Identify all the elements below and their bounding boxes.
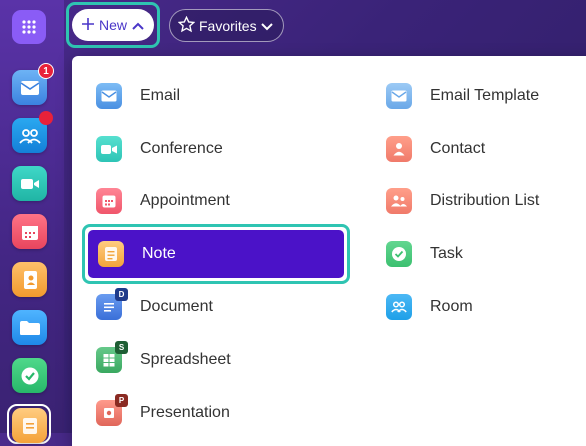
- menu-item-note[interactable]: Note: [88, 230, 344, 278]
- rail-tasks-icon[interactable]: [12, 358, 47, 393]
- menu-item-email-template[interactable]: Email Template: [386, 70, 586, 122]
- menu-item-contact[interactable]: Contact: [386, 123, 586, 175]
- room-icon: [386, 294, 412, 320]
- note-icon: [98, 241, 124, 267]
- favorites-button[interactable]: Favorites: [169, 9, 284, 42]
- menu-item-email[interactable]: Email: [96, 70, 346, 122]
- menu-item-label: Note: [142, 245, 176, 262]
- menu-item-label: Task: [430, 245, 463, 262]
- menu-item-label: Room: [430, 298, 473, 315]
- favorites-label: Favorites: [199, 17, 257, 34]
- rail-calendar-icon[interactable]: [12, 214, 47, 249]
- presentation-badge: P: [115, 394, 128, 407]
- chevron-up-icon: [132, 17, 144, 33]
- presentation-icon: P: [96, 394, 128, 426]
- app-launcher-grid-icon[interactable]: [12, 10, 46, 44]
- menu-item-document[interactable]: D Document: [96, 281, 346, 333]
- menu-item-spreadsheet[interactable]: S Spreadsheet: [96, 334, 346, 386]
- contact-icon: [386, 136, 412, 162]
- menu-item-task[interactable]: Task: [386, 228, 586, 280]
- plus-icon: [81, 17, 94, 33]
- menu-item-room[interactable]: Room: [386, 281, 586, 333]
- distribution-list-icon: [386, 188, 412, 214]
- menu-item-label: Distribution List: [430, 192, 540, 209]
- menu-item-label: Appointment: [140, 192, 230, 209]
- app-rail: 1: [0, 0, 64, 444]
- menu-item-label: Spreadsheet: [140, 351, 231, 368]
- spreadsheet-badge: S: [115, 341, 128, 354]
- mail-unread-badge: 1: [38, 63, 54, 79]
- contacts-notification-dot: [39, 111, 53, 125]
- chevron-down-icon: [260, 18, 273, 34]
- rail-files-icon[interactable]: [12, 310, 47, 345]
- menu-item-note-focus-ring: Note: [82, 224, 350, 284]
- rail-mail-icon[interactable]: 1: [12, 63, 54, 105]
- menu-item-appointment[interactable]: Appointment: [96, 175, 346, 227]
- top-bar: New Favorites: [64, 0, 586, 52]
- menu-item-label: Email Template: [430, 87, 540, 104]
- document-icon: D: [96, 288, 128, 320]
- menu-item-label: Document: [140, 298, 213, 315]
- document-badge: D: [115, 288, 128, 301]
- video-icon: [96, 136, 122, 162]
- star-icon: [177, 15, 196, 36]
- spreadsheet-icon: S: [96, 341, 128, 373]
- menu-item-label: Presentation: [140, 404, 230, 421]
- menu-item-presentation[interactable]: P Presentation: [96, 387, 346, 439]
- email-template-icon: [386, 83, 412, 109]
- new-button-label: New: [98, 17, 127, 33]
- menu-item-label: Email: [140, 87, 181, 104]
- new-button[interactable]: New: [72, 9, 154, 41]
- rail-notes-icon[interactable]: [12, 408, 47, 443]
- rail-conference-icon[interactable]: [12, 166, 47, 201]
- new-item-menu: Email Conference Appointment Note D Docu…: [72, 56, 586, 446]
- calendar-icon: [96, 188, 122, 214]
- new-button-focus-ring: New: [66, 2, 160, 48]
- menu-item-distribution-list[interactable]: Distribution List: [386, 175, 586, 227]
- email-icon: [96, 83, 122, 109]
- rail-address-book-icon[interactable]: [12, 262, 47, 297]
- menu-item-label: Conference: [140, 140, 223, 157]
- menu-item-label: Contact: [430, 140, 486, 157]
- task-icon: [386, 241, 412, 267]
- rail-contacts-icon[interactable]: [12, 111, 53, 153]
- menu-item-conference[interactable]: Conference: [96, 123, 346, 175]
